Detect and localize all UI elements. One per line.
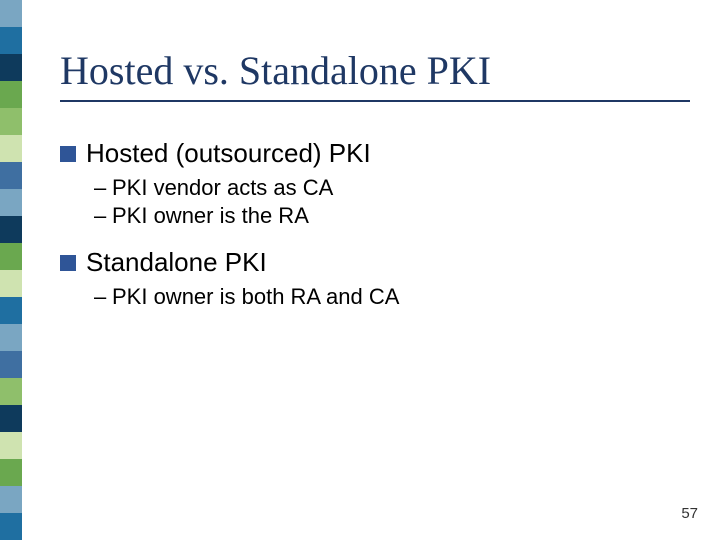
subpoint-group: –PKI vendor acts as CA –PKI owner is the…	[94, 175, 690, 229]
sidebar-segment	[0, 486, 22, 513]
decorative-sidebar	[0, 0, 22, 540]
sidebar-segment	[0, 216, 22, 243]
sub-bullet-text: PKI owner is both RA and CA	[112, 284, 399, 309]
sidebar-segment	[0, 324, 22, 351]
sidebar-segment	[0, 54, 22, 81]
sidebar-segment	[0, 81, 22, 108]
sidebar-segment	[0, 351, 22, 378]
sidebar-segment	[0, 432, 22, 459]
bullet-level2: –PKI owner is the RA	[94, 203, 690, 229]
dash-bullet-icon: –	[94, 203, 112, 229]
sidebar-segment	[0, 162, 22, 189]
sub-bullet-text: PKI owner is the RA	[112, 203, 309, 228]
sidebar-segment	[0, 378, 22, 405]
sidebar-segment	[0, 0, 22, 27]
slide-content: Hosted vs. Standalone PKI Hosted (outsou…	[60, 50, 690, 328]
sidebar-segment	[0, 270, 22, 297]
subpoint-group: –PKI owner is both RA and CA	[94, 284, 690, 310]
sidebar-segment	[0, 189, 22, 216]
sidebar-segment	[0, 513, 22, 540]
sidebar-segment	[0, 135, 22, 162]
dash-bullet-icon: –	[94, 284, 112, 310]
bullet-level1: Standalone PKI	[60, 247, 690, 278]
dash-bullet-icon: –	[94, 175, 112, 201]
bullet-level1: Hosted (outsourced) PKI	[60, 138, 690, 169]
square-bullet-icon	[60, 146, 76, 162]
sidebar-segment	[0, 243, 22, 270]
bullet-level2: –PKI owner is both RA and CA	[94, 284, 690, 310]
sidebar-segment	[0, 459, 22, 486]
square-bullet-icon	[60, 255, 76, 271]
sub-bullet-text: PKI vendor acts as CA	[112, 175, 333, 200]
bullet-text: Standalone PKI	[86, 247, 267, 278]
sidebar-segment	[0, 27, 22, 54]
sidebar-segment	[0, 405, 22, 432]
sidebar-segment	[0, 108, 22, 135]
page-number: 57	[681, 505, 698, 522]
slide-title: Hosted vs. Standalone PKI	[60, 50, 690, 92]
title-underline	[60, 100, 690, 102]
bullet-level2: –PKI vendor acts as CA	[94, 175, 690, 201]
bullet-text: Hosted (outsourced) PKI	[86, 138, 371, 169]
sidebar-segment	[0, 297, 22, 324]
